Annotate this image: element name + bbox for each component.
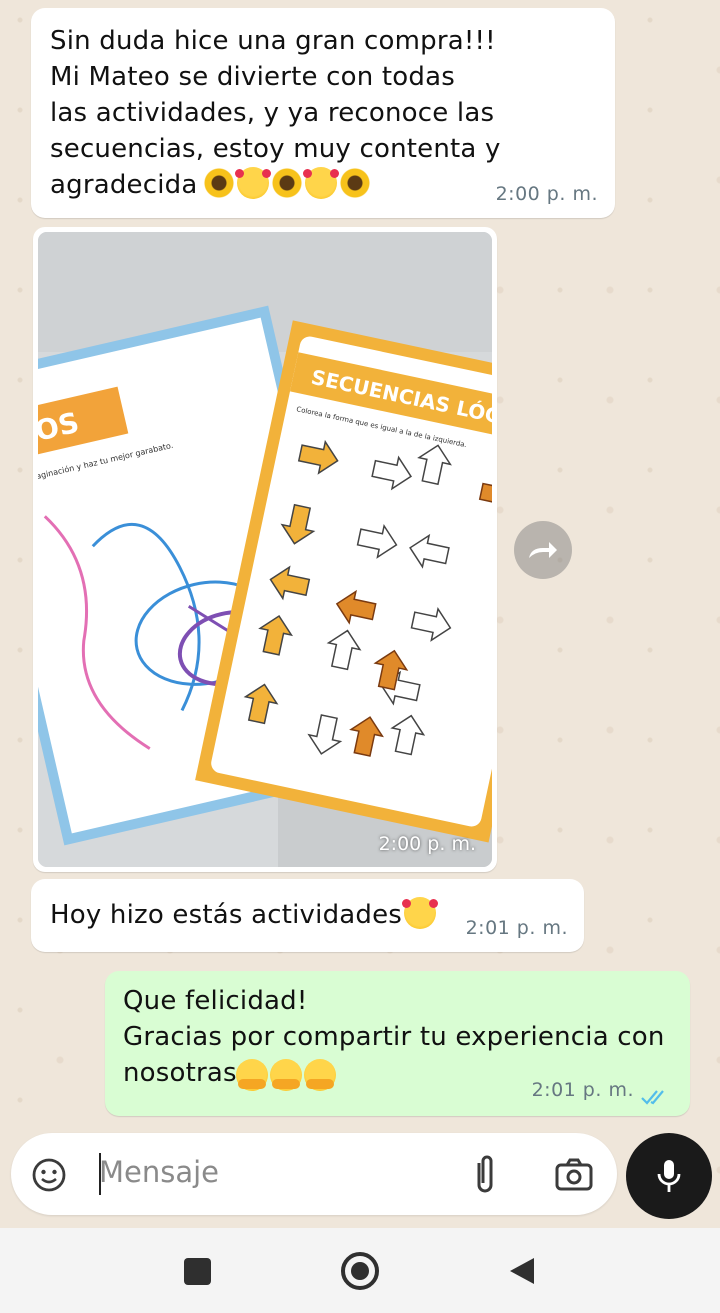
mic-icon bbox=[657, 1160, 681, 1192]
message-time: 2:00 p. m. bbox=[495, 183, 598, 205]
photo-illustration: AZOS cata tu imaginación y haz tu mejor … bbox=[38, 232, 492, 867]
message-text-content: Hoy hizo estás actividades bbox=[50, 900, 403, 930]
smiling-face-with-hearts-icon bbox=[235, 167, 271, 199]
message-input-bar[interactable]: Mensaje bbox=[11, 1133, 617, 1215]
sticker-icon[interactable] bbox=[31, 1157, 67, 1193]
hugging-face-icon bbox=[270, 1059, 302, 1091]
message-text: Hoy hizo estás actividades bbox=[50, 897, 439, 933]
forward-button[interactable] bbox=[514, 521, 572, 579]
message-input[interactable]: Mensaje bbox=[99, 1155, 219, 1189]
hugging-face-icon bbox=[304, 1059, 336, 1091]
incoming-message[interactable]: Hoy hizo estás actividades 2:01 p. m. bbox=[31, 879, 584, 952]
system-navbar bbox=[0, 1228, 720, 1313]
attach-icon[interactable] bbox=[473, 1153, 497, 1195]
hugging-face-icon bbox=[236, 1059, 268, 1091]
read-double-check-icon bbox=[641, 1090, 664, 1105]
message-time: 2:01 p. m. bbox=[531, 1079, 634, 1101]
photo-time: 2:00 p. m. bbox=[378, 833, 476, 855]
smiling-face-with-hearts-icon bbox=[303, 167, 339, 199]
message-time: 2:01 p. m. bbox=[465, 917, 568, 939]
home-circle-icon[interactable] bbox=[341, 1252, 379, 1290]
camera-icon[interactable] bbox=[554, 1157, 594, 1191]
sunflower-icon bbox=[339, 167, 371, 199]
back-triangle-icon[interactable] bbox=[508, 1256, 536, 1286]
forward-icon bbox=[529, 542, 557, 558]
outgoing-message[interactable]: Que felicidad! Gracias por compartir tu … bbox=[105, 971, 690, 1116]
smiling-face-with-hearts-icon bbox=[402, 897, 439, 929]
incoming-photo-message[interactable]: AZOS cata tu imaginación y haz tu mejor … bbox=[33, 227, 497, 872]
sunflower-icon bbox=[271, 167, 303, 199]
emoji-row bbox=[201, 167, 371, 203]
chat-area[interactable]: Sin duda hice una gran compra!!! Mi Mate… bbox=[0, 0, 720, 1228]
emoji-row bbox=[234, 1059, 336, 1095]
sunflower-icon bbox=[203, 167, 235, 199]
mic-button[interactable] bbox=[626, 1133, 712, 1219]
photo[interactable]: AZOS cata tu imaginación y haz tu mejor … bbox=[38, 232, 492, 867]
recents-square-icon[interactable] bbox=[184, 1258, 211, 1285]
incoming-message[interactable]: Sin duda hice una gran compra!!! Mi Mate… bbox=[31, 8, 615, 218]
